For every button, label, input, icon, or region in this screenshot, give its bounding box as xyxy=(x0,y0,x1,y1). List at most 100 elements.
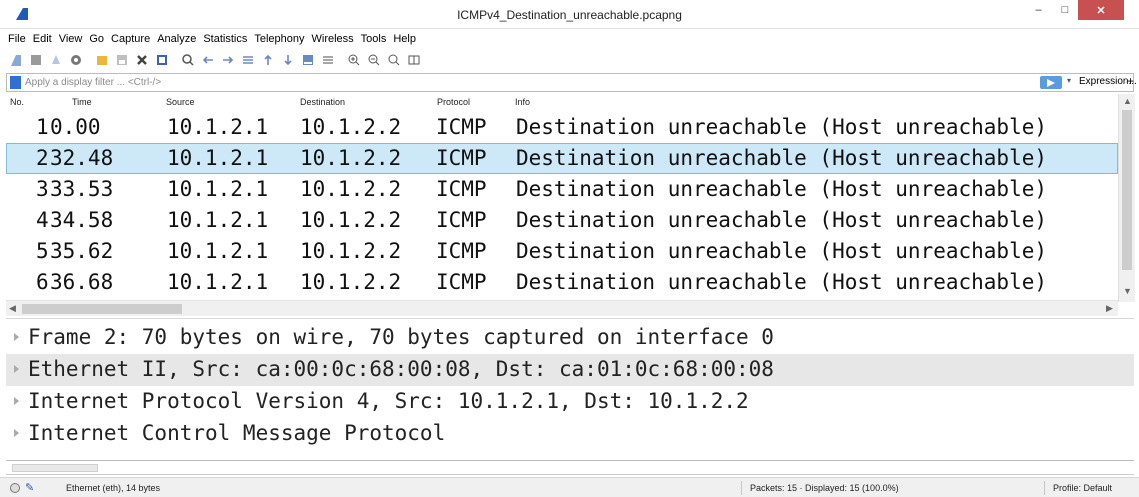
packet-protocol: ICMP xyxy=(436,146,487,170)
packet-no: 5 xyxy=(36,239,49,263)
menu-analyze[interactable]: Analyze xyxy=(157,33,196,45)
detail-frame-label: Frame 2: 70 bytes on wire, 70 bytes capt… xyxy=(28,325,774,349)
column-header-source[interactable]: Source xyxy=(166,97,195,107)
packet-row[interactable]: 4 34.58 10.1.2.1 10.1.2.2 ICMP Destinati… xyxy=(6,205,1118,236)
packet-info: Destination unreachable (Host unreachabl… xyxy=(516,146,1048,170)
apply-filter-arrow-icon[interactable] xyxy=(1040,76,1062,89)
packet-list-horizontal-scrollbar[interactable]: ◀ ▶ xyxy=(6,300,1118,316)
stop-icon[interactable] xyxy=(27,52,44,69)
display-filter-input[interactable] xyxy=(25,75,985,90)
menu-help[interactable]: Help xyxy=(393,33,416,45)
window-title: ICMPv4_Destination_unreachable.pcapng xyxy=(457,8,682,22)
main-toolbar xyxy=(0,49,1139,71)
open-file-icon[interactable] xyxy=(93,52,110,69)
packet-info: Destination unreachable (Host unreachabl… xyxy=(516,177,1048,201)
first-packet-icon[interactable] xyxy=(259,52,276,69)
packet-row[interactable]: 1 0.00 10.1.2.1 10.1.2.2 ICMP Destinatio… xyxy=(6,112,1118,143)
autoscroll-icon[interactable] xyxy=(299,52,316,69)
menu-edit[interactable]: Edit xyxy=(33,33,52,45)
packet-destination: 10.1.2.2 xyxy=(300,146,402,170)
last-packet-icon[interactable] xyxy=(279,52,296,69)
packet-destination: 10.1.2.2 xyxy=(300,115,402,139)
packet-row[interactable]: 5 35.62 10.1.2.1 10.1.2.2 ICMP Destinati… xyxy=(6,236,1118,267)
expert-info-icon[interactable] xyxy=(10,483,20,493)
detail-tree-item[interactable]: Frame 2: 70 bytes on wire, 70 bytes capt… xyxy=(6,322,1134,354)
maximize-button[interactable]: □ xyxy=(1052,0,1078,20)
scroll-up-icon[interactable]: ▲ xyxy=(1123,96,1132,106)
close-file-icon[interactable] xyxy=(133,52,150,69)
packet-list: 1 0.00 10.1.2.1 10.1.2.2 ICMP Destinatio… xyxy=(6,112,1118,300)
resize-columns-icon[interactable] xyxy=(405,52,422,69)
go-to-packet-icon[interactable] xyxy=(239,52,256,69)
packet-bytes-pane[interactable] xyxy=(6,461,1134,475)
vertical-scroll-thumb[interactable] xyxy=(1122,110,1132,270)
scroll-right-icon[interactable]: ▶ xyxy=(1106,303,1113,314)
menu-go[interactable]: Go xyxy=(89,33,104,45)
packet-details-pane: Frame 2: 70 bytes on wire, 70 bytes capt… xyxy=(6,318,1134,461)
filter-history-dropdown-icon[interactable]: ▾ xyxy=(1067,76,1071,85)
packet-row[interactable]: 3 33.53 10.1.2.1 10.1.2.2 ICMP Destinati… xyxy=(6,174,1118,205)
packet-protocol: ICMP xyxy=(436,270,487,294)
add-filter-button[interactable]: + xyxy=(1127,74,1134,88)
packet-source: 10.1.2.1 xyxy=(167,270,269,294)
minimize-button[interactable]: – xyxy=(1025,0,1052,20)
back-icon[interactable] xyxy=(199,52,216,69)
zoom-out-icon[interactable] xyxy=(365,52,382,69)
close-button[interactable]: ✕ xyxy=(1078,0,1124,20)
column-header-destination[interactable]: Destination xyxy=(300,97,345,107)
packet-no: 3 xyxy=(36,177,49,201)
find-icon[interactable] xyxy=(179,52,196,69)
column-header-protocol[interactable]: Protocol xyxy=(437,97,470,107)
packet-info: Destination unreachable (Host unreachabl… xyxy=(516,270,1048,294)
scroll-left-icon[interactable]: ◀ xyxy=(9,303,16,314)
status-divider xyxy=(741,481,742,495)
packet-info: Destination unreachable (Host unreachabl… xyxy=(516,239,1048,263)
menu-statistics[interactable]: Statistics xyxy=(203,33,247,45)
shark-fin-start-icon[interactable] xyxy=(7,52,24,69)
packet-protocol: ICMP xyxy=(436,239,487,263)
options-icon[interactable] xyxy=(67,52,84,69)
save-file-icon[interactable] xyxy=(113,52,130,69)
packet-list-vertical-scrollbar[interactable]: ▲ ▼ xyxy=(1118,94,1135,302)
menu-capture[interactable]: Capture xyxy=(111,33,150,45)
detail-icmp-label: Internet Control Message Protocol xyxy=(28,421,446,445)
expand-arrow-icon[interactable] xyxy=(14,333,19,341)
restart-icon[interactable] xyxy=(47,52,64,69)
packet-destination: 10.1.2.2 xyxy=(300,239,402,263)
menu-telephony[interactable]: Telephony xyxy=(254,33,304,45)
status-divider xyxy=(1044,481,1045,495)
expand-arrow-icon[interactable] xyxy=(14,429,19,437)
detail-ethernet-label: Ethernet II, Src: ca:00:0c:68:00:08, Dst… xyxy=(28,357,774,381)
column-header-info[interactable]: Info xyxy=(515,97,530,107)
packet-list-header: No. Time Source Destination Protocol Inf… xyxy=(6,94,1118,112)
menu-tools[interactable]: Tools xyxy=(361,33,387,45)
detail-tree-item-selected[interactable]: Ethernet II, Src: ca:00:0c:68:00:08, Dst… xyxy=(6,354,1134,386)
forward-icon[interactable] xyxy=(219,52,236,69)
column-header-no[interactable]: No. xyxy=(10,97,24,107)
packet-row[interactable]: 6 36.68 10.1.2.1 10.1.2.2 ICMP Destinati… xyxy=(6,267,1118,298)
packet-time: 36.68 xyxy=(50,270,114,294)
menu-wireless[interactable]: Wireless xyxy=(312,33,354,45)
filter-bookmark-icon[interactable] xyxy=(10,76,21,89)
column-header-time[interactable]: Time xyxy=(72,97,92,107)
normal-size-icon[interactable] xyxy=(385,52,402,69)
detail-tree-item[interactable]: Internet Protocol Version 4, Src: 10.1.2… xyxy=(6,386,1134,418)
menu-view[interactable]: View xyxy=(59,33,83,45)
zoom-in-icon[interactable] xyxy=(345,52,362,69)
detail-tree-item[interactable]: Internet Control Message Protocol xyxy=(6,418,1134,450)
horizontal-scroll-thumb[interactable] xyxy=(22,304,182,314)
reload-icon[interactable] xyxy=(153,52,170,69)
expand-arrow-icon[interactable] xyxy=(14,397,19,405)
scroll-down-icon[interactable]: ▼ xyxy=(1123,286,1132,296)
packet-time: 0.00 xyxy=(50,115,101,139)
packet-row-selected[interactable]: 2 32.48 10.1.2.1 10.1.2.2 ICMP Destinati… xyxy=(6,143,1118,174)
menu-bar: File Edit View Go Capture Analyze Statis… xyxy=(0,29,1139,48)
bytes-pane-handle[interactable] xyxy=(12,464,98,472)
edit-comment-icon[interactable]: ✎ xyxy=(25,481,34,494)
expand-arrow-icon[interactable] xyxy=(14,365,19,373)
colorize-icon[interactable] xyxy=(319,52,336,69)
menu-file[interactable]: File xyxy=(8,33,26,45)
detail-ipv4-label: Internet Protocol Version 4, Src: 10.1.2… xyxy=(28,389,749,413)
packet-destination: 10.1.2.2 xyxy=(300,270,402,294)
status-profile[interactable]: Profile: Default xyxy=(1053,483,1112,493)
